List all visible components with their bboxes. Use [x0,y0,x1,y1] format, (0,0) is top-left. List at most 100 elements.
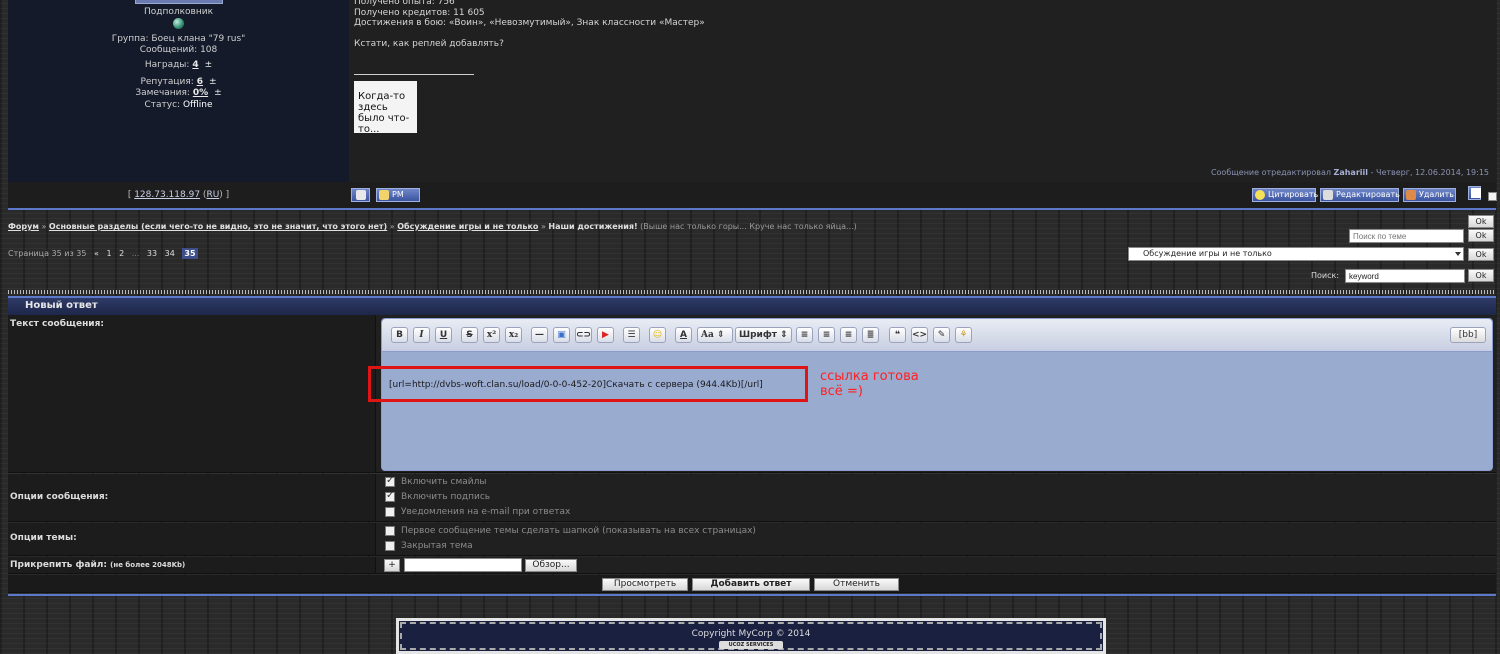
edit-button[interactable]: Редактировать [1320,188,1400,202]
awards-plus-minus[interactable]: ± [205,60,213,70]
hr-button[interactable]: — [531,327,548,343]
ip-link[interactable]: 128.73.118.97 [134,190,200,200]
subscript-button[interactable]: x₂ [505,327,522,343]
users-icon [379,190,389,200]
user-awards: Награды: 4 ± [144,60,213,70]
breadcrumb-forum[interactable]: Форум [8,222,39,231]
breadcrumb-subforum[interactable]: Обсуждение игры и не только [397,222,538,231]
attach-row: Прикрепить файл: (не более 2048Kb) [8,557,1496,574]
chevron-down-icon [1455,252,1461,256]
pagination: Страница 35 из 35 « 1 2 ... 33 34 35 [8,248,203,259]
ucoz-badge[interactable]: UCOZ SERVICES [719,641,783,649]
closed-checkbox[interactable] [385,541,395,551]
align-center-icon[interactable]: ≡ [818,327,835,343]
bold-button[interactable]: B [391,327,408,343]
warnings-link[interactable]: 0% [193,88,208,98]
country-link[interactable]: RU [206,190,219,200]
list-icon[interactable]: ☰ [623,327,640,343]
option-smiles[interactable]: Включить смайлы [385,475,486,487]
superscript-button[interactable]: x² [483,327,500,343]
font-select[interactable]: Шрифт ⇕ [735,327,792,343]
smiles-checkbox[interactable] [385,475,395,487]
italic-button[interactable]: I [413,327,430,343]
pm-button[interactable]: PM [376,188,420,202]
align-left-icon[interactable]: ≡ [796,327,813,343]
scroll-top-button[interactable] [1468,186,1481,200]
font-size-select[interactable]: Aa ⇕ [697,327,733,343]
profile-button[interactable] [351,188,370,202]
translit-icon[interactable]: ⚘ [955,327,972,343]
cancel-button[interactable]: Отменить [814,578,899,591]
jump-select[interactable]: Обсуждение игры и не только [1128,247,1464,261]
awards-link[interactable]: 4 [192,60,198,70]
page-current: 35 [182,248,198,259]
option-signature[interactable]: Включить подпись [385,490,490,502]
copyright: Copyright MyCorp © 2014 [691,629,811,639]
avatar [135,0,223,4]
page-prev[interactable]: « [94,249,99,258]
add-file-button[interactable]: + [384,559,400,572]
jump-ok-button[interactable]: Ok [1468,248,1494,261]
signature-checkbox[interactable] [385,490,395,502]
option-closed[interactable]: Закрытая тема [385,541,473,551]
ok-button[interactable]: Ok [1468,215,1494,228]
post-line: Получено опыта: 756 [354,0,455,7]
link-icon[interactable]: ⊂⊃ [575,327,592,343]
youtube-icon[interactable]: ▶ [597,327,614,343]
search-input[interactable] [1345,269,1465,283]
page-count: Страница 35 из 35 [8,249,87,258]
preview-button[interactable]: Просмотреть [602,578,688,591]
underline-button[interactable]: U [435,327,452,343]
file-input[interactable] [404,558,522,572]
page-link[interactable]: 34 [165,249,175,258]
select-post-checkbox[interactable] [1488,192,1497,201]
user-status: Статус: Offline [144,100,213,110]
image-icon[interactable]: ▣ [553,327,570,343]
quote-icon[interactable]: ❝ [889,327,906,343]
page-link[interactable]: 33 [147,249,157,258]
page-link[interactable]: 1 [106,249,111,258]
spoiler-icon[interactable]: ✎ [933,327,950,343]
warnings-plus-minus[interactable]: ± [214,88,222,98]
breadcrumb-topic: Наши достижения! [548,222,638,231]
option-email[interactable]: Уведомления на e-mail при ответах [385,507,570,517]
breadcrumb-section[interactable]: Основные разделы (если чего-то не видно,… [49,222,387,231]
text-color-icon[interactable]: A [675,327,692,343]
email-checkbox[interactable] [385,507,395,517]
search-ok-button[interactable]: Ok [1468,269,1494,282]
edited-user-link[interactable]: Zahariil [1334,168,1368,177]
divider [8,208,1496,210]
submit-reply-button[interactable]: Добавить ответ [692,578,810,591]
footer: Copyright MyCorp © 2014 UCOZ SERVICES [396,618,1106,654]
option-pin-first[interactable]: Первое сообщение темы сделать шапкой (по… [385,526,756,536]
strike-button[interactable]: S [461,327,478,343]
reputation-plus-minus[interactable]: ± [209,77,217,87]
reputation-link[interactable]: 6 [197,77,203,87]
status-value: Offline [182,100,213,110]
topic-search-button[interactable]: Ok [1468,229,1494,242]
align-right-icon[interactable]: ≡ [840,327,857,343]
editor-toolbar: B I U S x² x₂ — ▣ ⊂⊃ ▶ ☰ ☺ A Aa ⇕ Шрифт … [382,319,1492,352]
align-justify-icon[interactable]: ≣ [862,327,879,343]
user-rank: Подполковник [143,7,214,17]
post-body: Получено опыта: 756 Получено кредитов: 1… [349,0,1496,182]
browse-button[interactable]: Обзор... [525,559,577,572]
bb-mode-button[interactable]: [bb] [1450,327,1486,343]
message-options-row: Опции сообщения: [8,474,1496,522]
user-reputation: Репутация: 6 ± [140,77,217,87]
pin-first-checkbox[interactable] [385,526,395,536]
delete-button[interactable]: Удалить [1403,188,1456,202]
divider [8,290,1496,294]
smiley-icon[interactable]: ☺ [649,327,666,343]
quote-button[interactable]: Цитировать [1252,188,1318,202]
page-link[interactable]: 2 [119,249,124,258]
topic-search-input[interactable] [1349,229,1464,243]
user-messages: Сообщений: 108 [139,45,218,55]
forum-post: Подполковник Группа: Боец клана "79 rus"… [8,0,1497,208]
code-icon[interactable]: <> [911,327,928,343]
topic-note: (Выше нас только горы... Круче нас тольк… [640,222,857,231]
annotation-note: ссылка готова всё =) [820,369,919,399]
annotation-highlight-box [368,366,808,402]
post-line: Кстати, как реплей добавлять? [354,39,504,49]
user-group: Группа: Боец клана "79 rus" [111,34,246,44]
